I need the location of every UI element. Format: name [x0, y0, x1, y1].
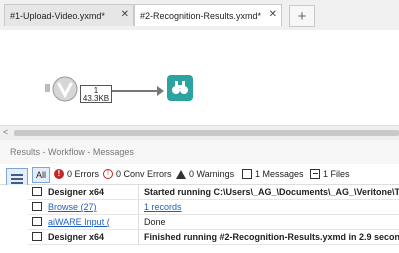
filter-errors-button[interactable]: ! 0 Errors [54, 167, 99, 181]
data-size: 43.3KB [82, 94, 110, 103]
tab-label: #2-Recognition-Results.yxmd* [140, 10, 262, 21]
filter-all-label: All [35, 170, 46, 180]
filter-warnings-button[interactable]: 0 Warnings [176, 167, 234, 181]
filter-errors-label: 0 Errors [67, 169, 100, 179]
filter-files-button[interactable]: 1 Files [310, 167, 350, 181]
filter-files-label: 1 Files [323, 169, 350, 179]
message-row[interactable]: aiWARE Input ( Done [28, 215, 399, 230]
tab-bar: #1-Upload-Video.yxmd* ✕ #2-Recognition-R… [0, 0, 399, 30]
column-divider [138, 230, 139, 244]
message-text-link[interactable]: 1 records [144, 202, 399, 212]
column-divider [138, 200, 139, 214]
message-source: Designer x64 [48, 232, 105, 242]
filter-conv-errors-label: 0 Conv Errors [116, 169, 172, 179]
tab-label: #1-Upload-Video.yxmd* [10, 10, 105, 21]
message-text: Finished running #2-Recognition-Results.… [144, 232, 399, 242]
connection-line [112, 90, 157, 92]
message-icon [32, 202, 42, 211]
column-divider [138, 215, 139, 229]
results-filter-bar: All ! 0 Errors ! 0 Conv Errors 0 Warning… [0, 164, 399, 190]
message-text: Started running C:\Users\_AG_\Documents\… [144, 187, 399, 197]
scroll-thumb[interactable] [14, 130, 399, 136]
message-source-link[interactable]: aiWARE Input ( [48, 217, 130, 227]
tab-upload-video[interactable]: #1-Upload-Video.yxmd* ✕ [4, 4, 134, 26]
results-panel-header: Results - Workflow - Messages [0, 140, 399, 165]
scroll-left-icon[interactable]: < [3, 127, 8, 137]
conversion-error-icon: ! [103, 169, 113, 179]
message-icon [32, 232, 42, 241]
file-icon [310, 169, 320, 179]
filter-warnings-label: 0 Warnings [189, 169, 235, 179]
connection-arrow-icon [157, 86, 164, 96]
message-icon [32, 187, 42, 196]
workflow-canvas[interactable]: 1 43.3KB [0, 30, 399, 125]
filter-all-button[interactable]: All [32, 167, 50, 183]
messages-list: Designer x64 Started running C:\Users\_A… [28, 185, 399, 245]
filter-conv-errors-button[interactable]: ! 0 Conv Errors [103, 167, 172, 181]
filter-messages-label: 1 Messages [255, 169, 304, 179]
horizontal-scrollbar[interactable]: < [0, 125, 399, 140]
input-port [45, 84, 50, 92]
browse-tool-icon[interactable] [167, 75, 193, 101]
message-row[interactable]: Designer x64 Finished running #2-Recogni… [28, 230, 399, 245]
message-source: Designer x64 [48, 187, 105, 197]
list-icon [11, 174, 23, 176]
video-input-tool-icon[interactable] [50, 74, 80, 104]
close-icon[interactable]: ✕ [269, 9, 277, 20]
tab-recognition-results[interactable]: #2-Recognition-Results.yxmd* ✕ [134, 4, 282, 26]
connection-badge: 1 43.3KB [80, 85, 112, 103]
message-icon [242, 169, 252, 179]
message-icon [32, 217, 42, 226]
binoculars-icon [172, 81, 188, 94]
close-icon[interactable]: ✕ [121, 9, 129, 20]
message-source-link[interactable]: Browse (27) [48, 202, 130, 212]
results-left-rail [0, 185, 28, 253]
error-icon: ! [54, 169, 64, 179]
warning-icon [176, 169, 186, 179]
results-title: Results - Workflow - Messages [10, 147, 134, 157]
message-row[interactable]: Browse (27) 1 records [28, 200, 399, 215]
message-text: Done [144, 217, 166, 227]
message-row[interactable]: Designer x64 Started running C:\Users\_A… [28, 185, 399, 200]
filter-messages-button[interactable]: 1 Messages [242, 167, 304, 181]
column-divider [138, 185, 139, 199]
new-tab-button[interactable]: + [289, 5, 315, 27]
